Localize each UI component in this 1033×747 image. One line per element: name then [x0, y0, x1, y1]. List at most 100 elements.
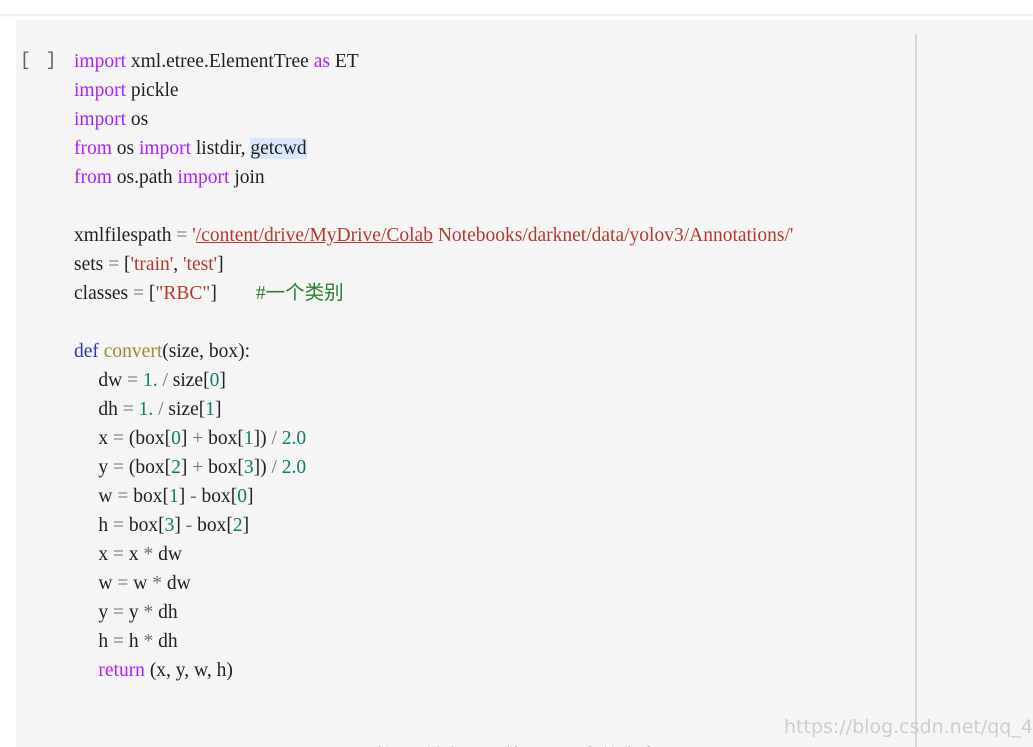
code-token-plain: box[ [196, 486, 238, 507]
code-token-str: Notebooks/darknet/data/yolov3/Annotation… [432, 225, 794, 246]
code-token-kw: import [74, 80, 126, 101]
code-token-op: = [117, 573, 129, 594]
code-line: w = w * dw [74, 569, 1033, 598]
code-token-op: = [113, 631, 124, 652]
code-token-plain: (box[ [124, 457, 172, 478]
code-token-num: 2.0 [276, 428, 307, 449]
code-token-plain: , [173, 254, 184, 275]
code-token-kw: from [74, 138, 112, 159]
run-cell-prompt[interactable]: [ ] [20, 47, 68, 76]
code-token-plain: os.path [111, 167, 178, 188]
code-token-plain: ] [214, 399, 222, 420]
code-token-plain: (x, y, w, h) [144, 660, 233, 681]
code-token-plain: size[ [172, 370, 210, 391]
code-token-plain: w [74, 486, 118, 507]
code-token-plain: ET [329, 51, 359, 72]
code-token-plain: y [74, 602, 113, 623]
code-line: return (x, y, w, h) [74, 656, 1033, 685]
code-token-kw: import [139, 138, 191, 159]
code-token-op: = [127, 370, 139, 391]
code-token-kw: from [74, 167, 112, 188]
code-token-sel: getcwd [250, 138, 307, 159]
code-token-plain: xmlfilespath [74, 225, 177, 246]
code-token-op: / [157, 370, 173, 391]
code-token-op: = [133, 283, 145, 304]
code-line: w = box[1] - box[0] [74, 482, 1033, 511]
code-token-num: 1 [168, 486, 179, 507]
code-token-kw: import [74, 51, 126, 72]
code-token-plain: ] [180, 428, 193, 449]
code-token-num: 2 [171, 457, 181, 478]
notebook-page: [ ] import xml.etree.ElementTree as ET im… [0, 0, 1033, 747]
toolbar-strip [0, 0, 1033, 14]
code-token-plain: size[ [168, 399, 206, 420]
code-token-plain: dw [161, 573, 191, 594]
code-token-plain: sets [74, 254, 109, 275]
code-token-num: 1 [205, 399, 215, 420]
code-line: from os import listdir, getcwd [74, 134, 1033, 163]
code-token-op: * [143, 544, 154, 565]
code-token-num: 0 [171, 428, 181, 449]
code-token-plain: box[ [128, 486, 169, 507]
code-token-plain: box[ [203, 428, 244, 449]
code-token-plain: ]) [253, 428, 272, 449]
code-token-plain: h [74, 515, 113, 536]
code-token-op: / [153, 399, 169, 420]
code-token-plain: y [124, 602, 144, 623]
code-token-fn: convert [103, 341, 163, 362]
code-token-op: = [113, 457, 124, 478]
code-token-plain: os [126, 109, 149, 130]
code-token-link[interactable]: /content/drive/MyDrive/Colab [196, 225, 433, 246]
code-line: x = x * dw [74, 540, 1033, 569]
code-token-plain: dh [153, 602, 178, 623]
code-token-plain: pickle [126, 80, 179, 101]
code-token-plain: os [111, 138, 139, 159]
code-line: from os.path import join [74, 163, 1033, 192]
code-token-op: = [113, 515, 124, 536]
code-token-plain: w [128, 573, 153, 594]
code-token-op: = [113, 544, 124, 565]
code-token-num: 0 [209, 370, 220, 391]
code-token-plain: ] [180, 457, 193, 478]
code-token-str: 'test' [183, 254, 218, 275]
code-line: classes = ["RBC"] #一个类别 [74, 279, 1033, 308]
code-line: x = (box[0] + box[1]) / 2.0 [74, 424, 1033, 453]
code-token-plain: h [124, 631, 144, 652]
code-line: dw = 1. / size[0] [74, 366, 1033, 395]
code-token-plain: dh [74, 399, 123, 420]
code-token-plain: (box[ [124, 428, 172, 449]
code-token-plain: x [74, 544, 113, 565]
code-token-plain: [ [119, 254, 131, 275]
code-editor[interactable]: import xml.etree.ElementTree as ET import… [74, 47, 1033, 747]
code-line: sets = ['train', 'test'] [74, 250, 1033, 279]
code-token-num: 1 [243, 428, 254, 449]
code-token-plain: ] [178, 486, 191, 507]
code-token-num: 1. [138, 370, 158, 391]
code-token-plain: dh [153, 631, 178, 652]
code-token-op: = [176, 225, 188, 246]
code-token-plain: ] [242, 515, 250, 536]
code-token-plain: dw [153, 544, 182, 565]
code-token-op: + [192, 457, 204, 478]
code-token-plain: box[ [203, 457, 244, 478]
code-token-comment: #一个类别 [255, 283, 344, 304]
code-line: def convert_annotation(image_id): #将xml转… [74, 743, 1033, 747]
code-line: h = box[3] - box[2] [74, 511, 1033, 540]
code-token-plain: join [229, 167, 265, 188]
code-token-plain: classes [74, 283, 134, 304]
code-token-plain: listdir, [191, 138, 251, 159]
code-token-num: 3 [243, 457, 254, 478]
code-line: import xml.etree.ElementTree as ET [74, 47, 1033, 76]
code-token-plain: ]) [253, 457, 272, 478]
code-token-str: 'train' [130, 254, 174, 275]
code-token-plain: ] [217, 254, 224, 275]
code-token-plain: ] [210, 283, 256, 304]
code-token-op: * [143, 631, 154, 652]
code-line: import pickle [74, 76, 1033, 105]
code-cell[interactable]: [ ] import xml.etree.ElementTree as ET im… [16, 20, 1033, 747]
code-token-plain: box[ [192, 515, 233, 536]
code-line: xmlfilespath = '/content/drive/MyDrive/C… [74, 221, 1033, 250]
